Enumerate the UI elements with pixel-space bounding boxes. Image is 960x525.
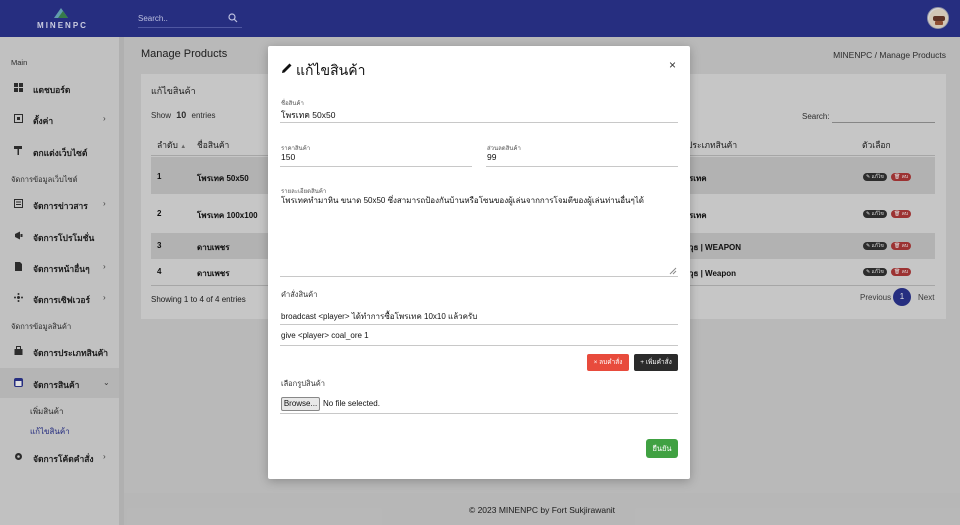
command-field[interactable]: broadcast <player> ได้ทำการซื้อโพรเทค 10… [281, 310, 477, 323]
resize-handle-icon[interactable] [669, 267, 677, 275]
delete-command-button[interactable]: × ลบคำสั่ง [587, 354, 629, 371]
file-underline [280, 413, 678, 414]
pencil-icon [282, 63, 292, 73]
command-underline [280, 345, 678, 346]
browse-button[interactable]: Browse... [281, 397, 320, 411]
price-field[interactable]: 150 [281, 152, 295, 162]
command-field[interactable]: give <player> coal_ore 1 [281, 331, 369, 340]
close-icon[interactable]: × [669, 58, 676, 72]
add-command-button[interactable]: + เพิ่มคำสั่ง [634, 354, 678, 371]
description-textarea[interactable]: โพรเทคทำมาหิน ขนาด 50x50 ซึ่งสามารถป้องก… [280, 191, 678, 277]
command-underline [280, 324, 678, 325]
file-status: No file selected. [323, 399, 380, 408]
description-text: โพรเทคทำมาหิน ขนาด 50x50 ซึ่งสามารถป้องก… [281, 196, 644, 205]
price-underline [280, 166, 472, 167]
commands-label: คำสั่งสินค้า [281, 290, 318, 299]
edit-product-modal: แก้ไขสินค้า × ชื่อสินค้า โพรเทค 50x50 รา… [268, 46, 690, 479]
image-label: เลือกรูปสินค้า [281, 379, 325, 388]
product-name-label: ชื่อสินค้า [281, 101, 304, 107]
discount-underline [486, 166, 678, 167]
discount-field[interactable]: 99 [487, 152, 496, 162]
confirm-button[interactable]: ยืนยัน [646, 439, 678, 458]
product-name-field[interactable]: โพรเทค 50x50 [281, 108, 335, 122]
modal-title: แก้ไขสินค้า [296, 62, 366, 78]
product-name-underline [280, 122, 678, 123]
